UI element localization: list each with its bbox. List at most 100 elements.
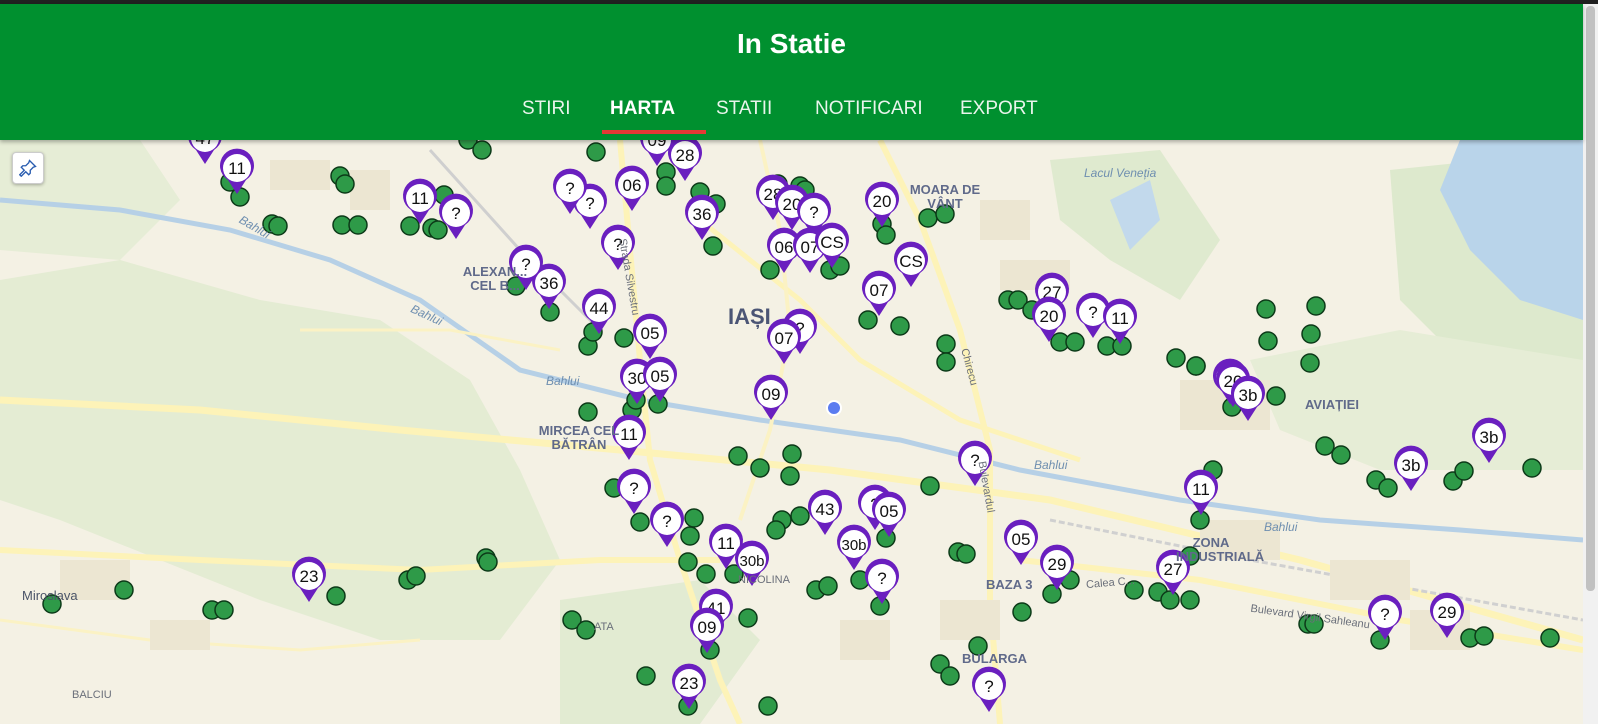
stop-dot[interactable] xyxy=(918,208,938,228)
pin-icon xyxy=(19,159,37,177)
tab-statii[interactable]: STATII xyxy=(716,94,772,140)
stop-dot[interactable] xyxy=(348,215,368,235)
stop-dot[interactable] xyxy=(1300,353,1320,373)
route-marker-label: 23 xyxy=(680,674,699,693)
route-marker-label: 11 xyxy=(228,159,246,178)
stop-dot[interactable] xyxy=(1186,356,1206,376)
map-base: 471111?06??2809362820?0607CS20CS07?36440… xyxy=(0,140,1583,724)
stop-dot[interactable] xyxy=(936,352,956,372)
map-label-aviatiei: AVIAȚIEI xyxy=(1305,397,1359,412)
stop-dot[interactable] xyxy=(268,216,288,236)
tab-export[interactable]: EXPORT xyxy=(960,94,1038,140)
app-title: In Statie xyxy=(737,28,846,59)
stop-dot[interactable] xyxy=(684,508,704,528)
map-label-zona: ZONA INDUSTRIALĂ xyxy=(1176,535,1265,564)
stop-dot[interactable] xyxy=(780,466,800,486)
stop-dot[interactable] xyxy=(656,176,676,196)
stop-dot[interactable] xyxy=(335,174,355,194)
stop-dot[interactable] xyxy=(703,236,723,256)
route-marker-label: 3b xyxy=(1402,456,1421,475)
stop-dot[interactable] xyxy=(1256,299,1276,319)
stop-dot[interactable] xyxy=(936,334,956,354)
stop-dot[interactable] xyxy=(1331,445,1351,465)
stop-dot[interactable] xyxy=(1065,332,1085,352)
stop-dot[interactable] xyxy=(680,526,700,546)
stop-dot[interactable] xyxy=(114,580,134,600)
map-label-mircea: MIRCEA CEL BĂTRÂN xyxy=(538,423,620,452)
tab-notificari[interactable]: NOTIFICARI xyxy=(815,94,923,140)
route-marker-label: 11 xyxy=(411,189,429,208)
stop-dot[interactable] xyxy=(1180,590,1200,610)
route-marker-label: 07 xyxy=(775,329,794,348)
stop-dot[interactable] xyxy=(738,608,758,628)
stop-dot[interactable] xyxy=(586,142,606,162)
route-marker-label: 28 xyxy=(676,146,695,165)
stop-dot[interactable] xyxy=(1266,386,1286,406)
stop-dot[interactable] xyxy=(728,446,748,466)
stop-dot[interactable] xyxy=(890,316,910,336)
stop-dot[interactable] xyxy=(1306,296,1326,316)
scrollbar-thumb[interactable] xyxy=(1586,6,1595,591)
stop-dot[interactable] xyxy=(214,600,234,620)
stop-dot[interactable] xyxy=(230,187,250,207)
stop-dot[interactable] xyxy=(818,576,838,596)
stop-dot[interactable] xyxy=(790,506,810,526)
stop-dot[interactable] xyxy=(1378,478,1398,498)
map-label-bularga: BULARGA xyxy=(962,651,1027,666)
map-view[interactable]: 471111?06??2809362820?0607CS20CS07?36440… xyxy=(0,140,1583,724)
route-marker-label: 30b xyxy=(739,553,764,570)
stop-dot[interactable] xyxy=(472,140,492,160)
pin-control-button[interactable] xyxy=(12,152,44,184)
stop-dot[interactable] xyxy=(696,564,716,584)
stop-dot[interactable] xyxy=(782,444,802,464)
stop-dot[interactable] xyxy=(956,544,976,564)
route-marker-label: ? xyxy=(877,569,886,588)
stop-dot[interactable] xyxy=(940,666,960,686)
stop-dot[interactable] xyxy=(1522,458,1542,478)
stop-dot[interactable] xyxy=(578,402,598,422)
page-scrollbar[interactable] xyxy=(1583,4,1598,724)
stop-dot[interactable] xyxy=(1315,436,1335,456)
route-marker-label: 11 xyxy=(1111,309,1129,328)
stop-dot[interactable] xyxy=(766,520,786,540)
map-label-balciu: BALCIU xyxy=(72,689,112,701)
stop-dot[interactable] xyxy=(630,512,650,532)
stop-dot[interactable] xyxy=(1160,590,1180,610)
stop-dot[interactable] xyxy=(478,552,498,572)
route-marker-label: 36 xyxy=(540,274,559,293)
map-label-bahlui-5: Bahlui xyxy=(1264,520,1298,534)
map-label-nicolina: NICOLINA xyxy=(738,574,790,586)
stop-dot[interactable] xyxy=(750,458,770,478)
tab-bar: STIRI HARTA STATII NOTIFICARI EXPORT xyxy=(0,94,1583,140)
stop-dot[interactable] xyxy=(758,696,778,716)
route-marker-label: ? xyxy=(565,179,574,198)
stop-dot[interactable] xyxy=(1012,602,1032,622)
map-label-moara: MOARA DE VÂNT xyxy=(909,182,981,211)
map-label-lacul: Lacul Veneția xyxy=(1084,166,1157,180)
route-marker-label: 30b xyxy=(841,537,866,554)
stop-dot[interactable] xyxy=(1166,348,1186,368)
stop-dot[interactable] xyxy=(326,586,346,606)
route-marker-label: 05 xyxy=(641,324,660,343)
stop-dot[interactable] xyxy=(428,220,448,240)
stop-dot[interactable] xyxy=(858,310,878,330)
stop-dot[interactable] xyxy=(760,260,780,280)
stop-dot[interactable] xyxy=(576,620,596,640)
stop-dot[interactable] xyxy=(1258,331,1278,351)
route-marker-label: ? xyxy=(984,677,993,696)
stop-dot[interactable] xyxy=(1190,510,1210,530)
map-label-baza: BAZA 3 xyxy=(986,577,1033,592)
tab-stiri[interactable]: STIRI xyxy=(522,94,571,140)
stop-dot[interactable] xyxy=(614,328,634,348)
stop-dot[interactable] xyxy=(1540,628,1560,648)
stop-dot[interactable] xyxy=(678,552,698,572)
stop-dot[interactable] xyxy=(400,216,420,236)
stop-dot[interactable] xyxy=(1454,461,1474,481)
stop-dot[interactable] xyxy=(876,225,896,245)
stop-dot[interactable] xyxy=(1301,324,1321,344)
stop-dot[interactable] xyxy=(1474,626,1494,646)
stop-dot[interactable] xyxy=(636,666,656,686)
stop-dot[interactable] xyxy=(920,476,940,496)
route-marker-label: CS xyxy=(820,233,844,252)
stop-dot[interactable] xyxy=(406,566,426,586)
